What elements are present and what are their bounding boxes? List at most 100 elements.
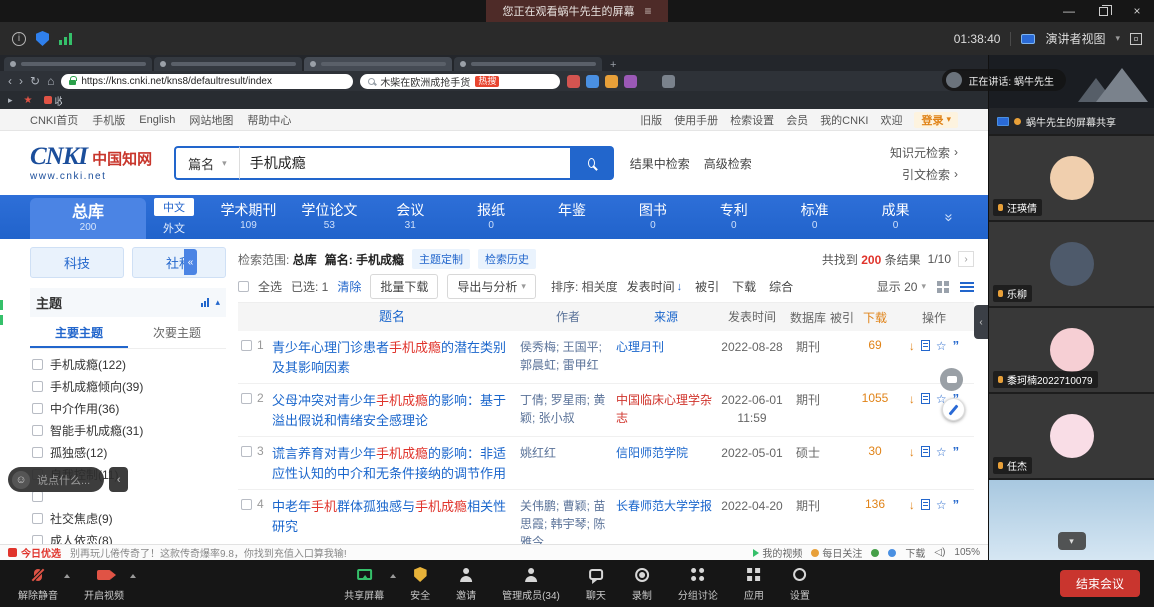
result-checkbox[interactable] [241, 446, 252, 457]
minimize-button[interactable]: — [1052, 0, 1086, 22]
view-mode-label[interactable]: 演讲者视图 [1045, 30, 1105, 47]
list-view-icon[interactable] [960, 282, 974, 284]
refresh-icon[interactable]: ↻ [30, 75, 40, 87]
quote-icon[interactable]: ” [953, 338, 960, 353]
next-page-button[interactable]: › [958, 251, 974, 267]
search-history-link[interactable]: 检索历史 [478, 249, 536, 269]
batch-download-button[interactable]: 批量下载 [370, 274, 438, 299]
emoji-icon[interactable]: ☺ [12, 471, 30, 489]
info-icon[interactable]: i [12, 32, 26, 46]
category-tab[interactable]: 图书0 [612, 195, 693, 239]
top-right-link[interactable]: 使用手册 [674, 112, 718, 128]
sort-option[interactable]: 被引 [695, 278, 719, 295]
topic-item[interactable]: 手机成瘾(122) [30, 353, 226, 375]
topic-item[interactable]: 社交焦虑(9) [30, 507, 226, 529]
filter-subtab[interactable]: 主要主题 [30, 319, 128, 348]
top-right-link[interactable]: 会员 [786, 112, 808, 128]
result-title-link[interactable]: 中老年手机群体孤独感与手机成瘾相关性研究 [272, 497, 520, 536]
screen-share-label-row[interactable]: 蜗牛先生的屏幕共享 [989, 108, 1154, 134]
export-analyze-button[interactable]: 导出与分析▾ [447, 274, 536, 299]
quote-icon[interactable]: ” [953, 444, 960, 459]
html-read-icon[interactable] [921, 446, 930, 457]
filter-tab[interactable]: 社科 [132, 247, 226, 278]
display-count-select[interactable]: 显示 20▾ [877, 278, 926, 295]
result-title-link[interactable]: 谎言养育对青少年手机成瘾的影响：非适应性认知的中介和无条件接纳的调节作用 [272, 444, 520, 483]
category-tab[interactable]: 报纸0 [451, 195, 532, 239]
result-source-link[interactable]: 信阳师范学院 [616, 444, 716, 462]
html-read-icon[interactable] [921, 340, 930, 351]
topic-item[interactable]: 孤独感(12) [30, 441, 226, 463]
toolbar-cam-off-button[interactable]: 开启视频 [82, 566, 126, 602]
download-manager-link[interactable]: 下载 [905, 545, 925, 560]
quote-icon[interactable]: ” [953, 497, 960, 512]
settings-gear-icon[interactable] [662, 75, 675, 88]
top-nav-link[interactable]: 手机版 [92, 112, 125, 128]
browser-search-box[interactable]: 木柴在欧洲成抢手货 热搜 [360, 74, 560, 89]
download-icon[interactable]: ↓ [909, 339, 915, 353]
new-tab-button[interactable]: + [604, 59, 622, 71]
extension-icon[interactable] [624, 75, 637, 88]
fullscreen-icon[interactable] [1130, 33, 1142, 45]
sort-option[interactable]: 发表时间↓ [627, 278, 683, 295]
topic-checkbox[interactable] [32, 491, 43, 502]
chat-input[interactable]: ☺ 说点什么... [8, 467, 104, 492]
select-all-checkbox[interactable] [238, 281, 249, 292]
apps-grid-icon[interactable] [643, 75, 656, 88]
url-field[interactable]: https://kns.cnki.net/kns8/defaultresult/… [61, 74, 353, 89]
download-icon[interactable]: ↓ [909, 392, 915, 406]
top-nav-link[interactable]: English [139, 114, 175, 126]
toolbar-invite-button[interactable]: 邀请 [454, 566, 478, 602]
participant-tile[interactable]: 乐柳 [989, 222, 1154, 306]
top-right-link[interactable]: 旧版 [640, 112, 662, 128]
zoom-level[interactable]: 105% [954, 547, 980, 558]
category-tab[interactable]: 标准0 [774, 195, 855, 239]
search-in-results-link[interactable]: 结果中检索 [630, 155, 690, 172]
search-field-select[interactable]: 篇名 ▾ [174, 146, 240, 180]
html-read-icon[interactable] [921, 499, 930, 510]
safety-icon[interactable] [871, 549, 879, 557]
browser-tab[interactable] [304, 57, 452, 71]
expand-caret-icon[interactable] [390, 571, 396, 578]
browser-tab[interactable] [154, 57, 302, 71]
topic-checkbox[interactable] [32, 359, 43, 370]
topic-item[interactable]: 成人依恋(8) [30, 529, 226, 544]
toolbar-breakout-button[interactable]: 分组讨论 [676, 566, 720, 602]
cnki-search-input[interactable] [240, 146, 570, 180]
result-authors[interactable]: 关伟鹏; 曹颖; 苗思霞; 韩宇琴; 陈雅今 [520, 497, 616, 544]
result-source-link[interactable]: 长春师范大学学报 [616, 497, 716, 515]
back-icon[interactable]: ‹ [8, 75, 12, 87]
participant-tile[interactable]: 任杰 [989, 394, 1154, 478]
topic-checkbox[interactable] [32, 447, 43, 458]
filter-tab[interactable]: 科技 [30, 247, 124, 278]
grid-view-icon[interactable] [937, 281, 942, 286]
top-nav-link[interactable]: 帮助中心 [247, 112, 291, 128]
filter-collapse-tab[interactable]: « [184, 249, 197, 275]
translate-icon[interactable] [586, 75, 599, 88]
top-right-link[interactable]: 欢迎 [880, 112, 902, 128]
topic-item[interactable]: 手机成瘾倾向(39) [30, 375, 226, 397]
result-authors[interactable]: 侯秀梅; 王国平; 郭晨虹; 雷甲红 [520, 338, 616, 374]
chevron-down-icon[interactable]: ▾ [1115, 33, 1120, 44]
topic-checkbox[interactable] [32, 403, 43, 414]
top-nav-link[interactable]: CNKI首页 [30, 112, 78, 128]
topic-item[interactable]: 中介作用(36) [30, 397, 226, 419]
ad-text[interactable]: 别再玩儿倦传奇了！这款传奇爆率9.8，你找到充值入口算我输! [70, 545, 347, 560]
close-button[interactable]: × [1120, 0, 1154, 22]
result-title-link[interactable]: 青少年心理门诊患者手机成瘾的潜在类别及其影响因素 [272, 338, 520, 377]
cnki-search-button[interactable] [570, 146, 614, 180]
sidebar-toggle-icon[interactable]: ▸ [8, 96, 13, 105]
browser-tab[interactable] [454, 57, 602, 71]
toolbar-record-button[interactable]: 录制 [630, 566, 654, 602]
result-authors[interactable]: 姚红红 [520, 444, 616, 462]
forward-icon[interactable]: › [19, 75, 23, 87]
restore-button[interactable] [1086, 0, 1120, 22]
volume-icon[interactable]: ◁) [934, 547, 945, 558]
category-tab[interactable]: 年鉴 [532, 195, 613, 239]
result-title-link[interactable]: 父母冲突对青少年手机成瘾的影响：基于溢出假说和情绪安全感理论 [272, 391, 520, 430]
panel-collapse-button[interactable]: ▾ [1058, 532, 1086, 550]
advanced-search-link[interactable]: 高级检索 [704, 155, 752, 172]
toolbar-apps-button[interactable]: 应用 [742, 566, 766, 602]
toolbar-chat-button[interactable]: 聊天 [584, 566, 608, 602]
favorite-icon[interactable]: ☆ [936, 445, 947, 459]
html-read-icon[interactable] [921, 393, 930, 404]
